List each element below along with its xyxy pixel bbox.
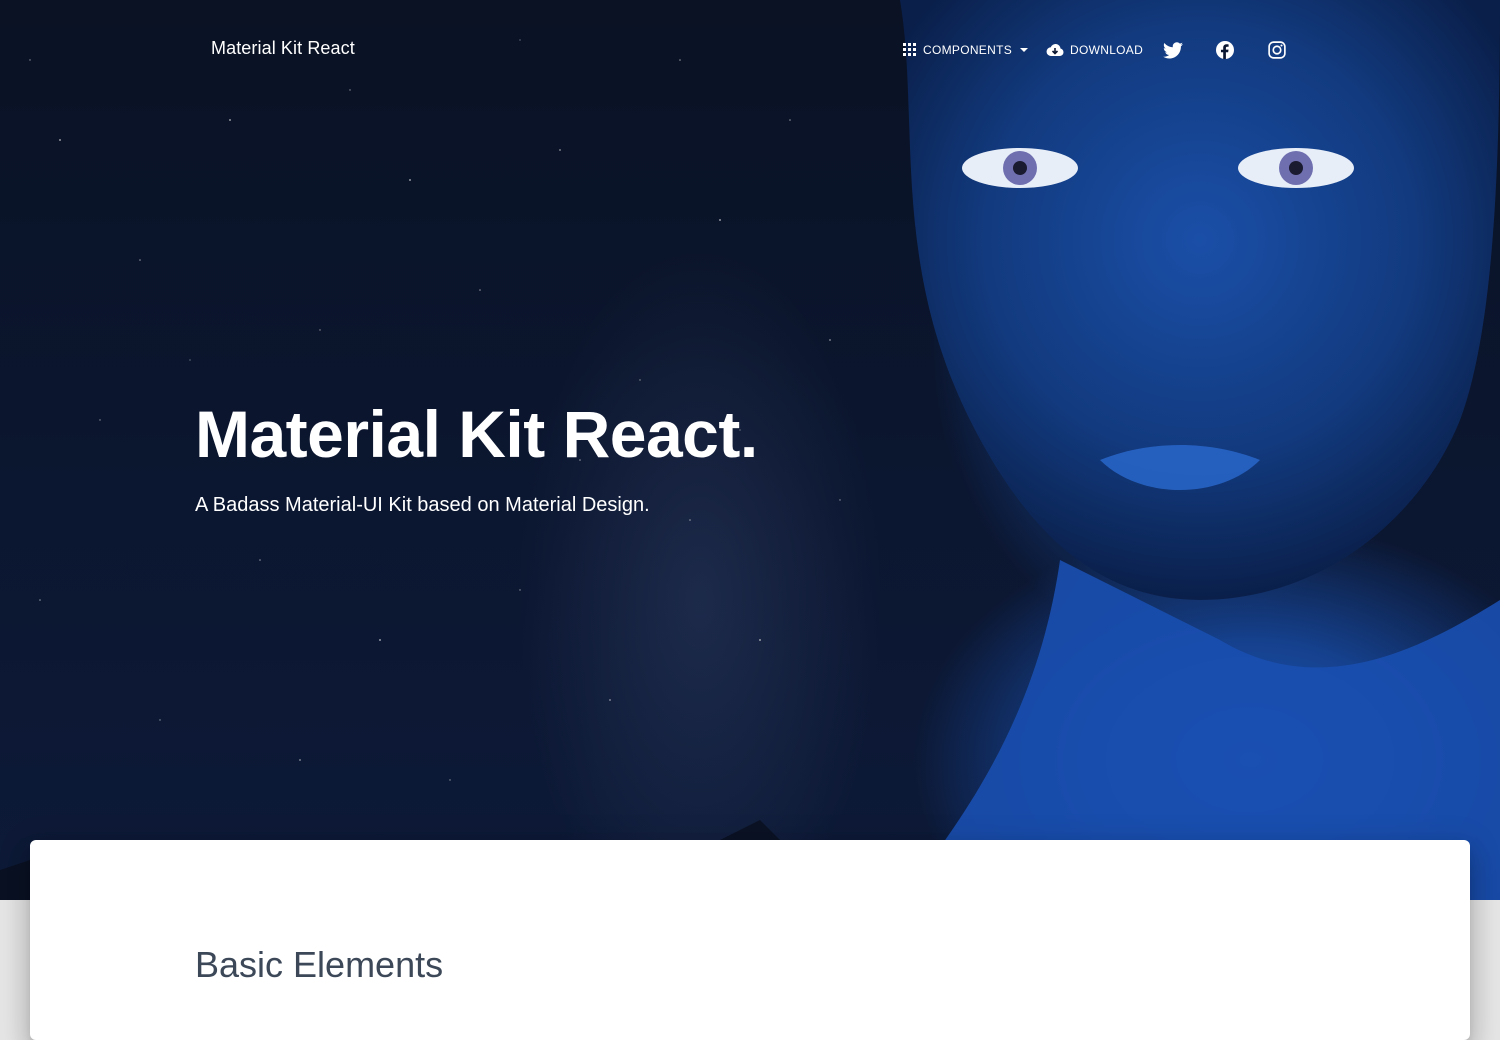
download-label: Download <box>1070 43 1144 57</box>
download-button[interactable]: Download <box>1046 36 1143 64</box>
facebook-icon <box>1216 41 1234 59</box>
cloud-download-icon <box>1046 43 1064 57</box>
instagram-link[interactable] <box>1264 37 1290 63</box>
twitter-link[interactable] <box>1160 37 1186 63</box>
hero-subtitle: A Badass Material-UI Kit based on Materi… <box>195 494 650 516</box>
hero-background: Material Kit React Components Download <box>0 0 1500 900</box>
section-title: Basic Elements <box>195 944 444 985</box>
main-content-card: Basic Elements <box>30 840 1470 1040</box>
components-dropdown[interactable]: Components <box>903 36 1029 64</box>
apps-icon <box>903 43 916 56</box>
brand-link[interactable]: Material Kit React <box>211 38 355 59</box>
caret-down-icon <box>1020 48 1029 52</box>
components-label: Components <box>923 43 1013 57</box>
painted-face-image <box>900 0 1500 900</box>
twitter-icon <box>1163 41 1183 58</box>
hero-title: Material Kit React. <box>195 397 758 471</box>
facebook-link[interactable] <box>1212 37 1238 63</box>
instagram-icon <box>1268 41 1286 59</box>
navbar: Material Kit React Components Download <box>0 0 1500 100</box>
